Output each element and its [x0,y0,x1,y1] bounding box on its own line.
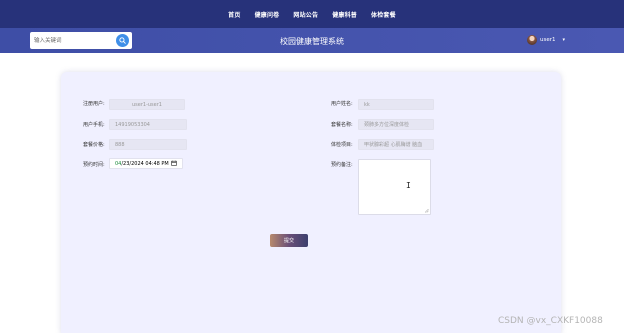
username: user1 [540,37,556,43]
package-name-label: 套餐名称: [331,122,353,128]
user-name-value: kk [364,101,370,108]
watermark: CSDN @vx_CXKF10088 [498,316,603,326]
avatar [527,35,537,45]
user-menu[interactable]: user1 ▾ [527,35,565,45]
sub-header: 校园健康管理系统 user1 ▾ [0,28,624,53]
exam-items-value: 甲状腺彩超 心肌酶谱 脑血 [364,142,423,148]
reg-user-label: 注册用户: [83,101,105,107]
remark-textarea[interactable] [358,159,431,215]
package-name-value: 颈肺多方位深度体检 [364,122,410,128]
remark-label: 预约备注: [331,162,353,168]
price-field: 888 [109,139,187,150]
price-label: 套餐价格: [83,142,105,148]
exam-items-field: 甲状腺彩超 心肌酶谱 脑血 [358,139,434,150]
nav-item-exam-packages[interactable]: 体检套餐 [371,10,396,19]
appt-time-input[interactable]: 04/23/2024 04:48 PM [109,158,183,169]
package-name-field: 颈肺多方位深度体检 [358,119,434,130]
phone-value: 14919053304 [115,121,150,128]
appt-date-rest: /23/2024 04:48 PM [121,160,169,167]
nav-item-announcements[interactable]: 网站公告 [293,10,318,19]
phone-label: 用户手机: [83,122,105,128]
calendar-icon[interactable] [171,160,177,168]
price-value: 888 [115,141,125,148]
nav-item-health-science[interactable]: 健康科普 [332,10,357,19]
resize-handle-icon[interactable] [424,208,429,213]
top-nav: 首页 健康问卷 网站公告 健康科普 体检套餐 [0,0,624,28]
nav-item-health-questionnaire[interactable]: 健康问卷 [255,10,280,19]
submit-button[interactable]: 提交 [270,234,308,247]
text-cursor-icon: I [406,181,411,190]
chevron-down-icon: ▾ [562,37,566,43]
phone-field: 14919053304 [109,119,187,130]
reg-user-value: user1-user1 [132,101,162,108]
exam-items-label: 体检项目: [331,142,353,148]
user-name-label: 用户姓名: [331,101,353,107]
appointment-form-card: 注册用户: user1-user1 用户手机: 14919053304 套餐价格… [61,72,561,333]
user-name-field: kk [358,99,434,110]
reg-user-field: user1-user1 [109,99,185,110]
nav-item-home[interactable]: 首页 [228,10,240,19]
appt-time-label: 预约时间: [83,162,105,168]
